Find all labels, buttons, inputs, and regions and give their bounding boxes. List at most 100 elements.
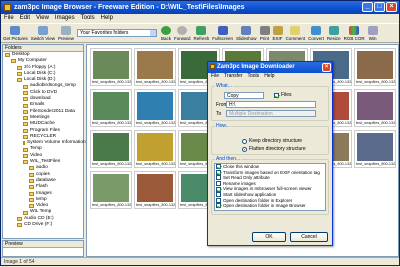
keep-structure-radio[interactable]	[242, 138, 247, 144]
printer-icon	[259, 25, 270, 35]
thumbnail-caption: test_snapfiles_800-132...	[92, 162, 132, 166]
dialog-menu-tools[interactable]: Tools	[248, 73, 260, 80]
option-checkbox[interactable]	[216, 186, 221, 192]
flatten-structure-radio[interactable]	[242, 146, 247, 152]
refresh-icon	[196, 25, 207, 35]
what-label: What...	[215, 83, 233, 89]
folder-icon	[23, 141, 25, 146]
thumbnail[interactable]: test_snapfiles_800-132...	[90, 48, 132, 86]
folder-icon	[5, 53, 10, 58]
folder-icon	[23, 122, 28, 127]
thumbnail-image	[93, 174, 129, 202]
thumbnail-caption: test_snapfiles_800-132...	[136, 80, 176, 84]
convert-button[interactable]: Convert	[308, 25, 324, 41]
forward-button[interactable]: Forward	[174, 25, 191, 41]
from-field[interactable]: H:\	[226, 101, 316, 108]
thumbnail-image	[137, 133, 173, 161]
option-checkbox[interactable]	[216, 203, 221, 209]
option-checkbox[interactable]	[216, 164, 221, 170]
folder-icon	[23, 128, 28, 133]
thumbnail[interactable]: test_snapfiles_800-132...	[354, 48, 396, 86]
thumbnail[interactable]: test_snapfiles_800-132...	[134, 130, 176, 168]
view-icon	[37, 25, 48, 35]
dialog-menu-help[interactable]: Help	[264, 73, 274, 80]
comment-button[interactable]: Comment	[286, 25, 305, 41]
folder-icon	[17, 72, 22, 77]
folder-icon	[23, 103, 28, 108]
dialog-title-bar: Zam3pc Image Downloader ×	[208, 62, 332, 73]
back-button[interactable]: Back	[160, 25, 171, 41]
toolbar: Get Pictures Switch View Preview Your Fa…	[1, 23, 399, 43]
menu-help[interactable]: Help	[101, 14, 113, 23]
thumbnail-caption: test_snapfiles_800-132...	[356, 80, 396, 84]
refresh-button[interactable]: Refresh	[194, 25, 209, 41]
thumbnail[interactable]: test_snapfiles_800-132...	[134, 89, 176, 127]
dialog-menu-file[interactable]: File	[211, 73, 219, 80]
menu-file[interactable]: File	[4, 14, 14, 23]
exif-button[interactable]: EXIF	[272, 25, 283, 41]
ok-button[interactable]: OK	[252, 232, 286, 242]
image-downloader-dialog: Zam3pc Image Downloader × File Transfer …	[207, 61, 333, 246]
option-checkbox[interactable]	[216, 197, 221, 203]
menu-view[interactable]: View	[36, 14, 49, 23]
options-list: Close this window Transform images based …	[214, 163, 326, 211]
thumbnail[interactable]: test_snapfiles_800-132...	[354, 130, 396, 168]
files-label: Files	[281, 92, 292, 98]
files-checkbox[interactable]	[274, 92, 279, 98]
what-group: What... Copy Files From H:\ To Multiple …	[211, 83, 329, 121]
rgb-cor-button[interactable]: RGB COR	[344, 25, 365, 41]
how-label: How...	[215, 123, 231, 129]
option-checkbox[interactable]	[216, 192, 221, 198]
folder-icon	[23, 135, 28, 139]
to-field[interactable]: Multiple Destination	[226, 110, 316, 117]
option-checkbox[interactable]	[216, 175, 221, 181]
thumbnail-image	[93, 92, 129, 120]
preview-icon	[60, 25, 71, 35]
folder-tree: Desktop My Computer 3½ Floppy (A:) Local Di…	[3, 52, 86, 228]
exif-icon	[272, 25, 283, 35]
close-button[interactable]: ×	[386, 2, 397, 12]
minimize-button[interactable]: _	[362, 2, 373, 12]
menu-edit[interactable]: Edit	[20, 14, 30, 23]
thumbnail[interactable]: test_snapfiles_800-132...	[90, 171, 132, 209]
option-checkbox[interactable]	[216, 181, 221, 187]
camera-icon	[10, 25, 21, 35]
thumbnail-caption: test_snapfiles_800-132...	[92, 121, 132, 125]
cancel-button[interactable]: Cancel	[290, 232, 328, 242]
preview-pane: Preview	[2, 240, 84, 257]
dialog-close-button[interactable]: ×	[322, 63, 331, 72]
resize-button[interactable]: Resize	[327, 25, 341, 41]
thumbnail[interactable]: test_snapfiles_800-132...	[90, 89, 132, 127]
favorites-dropdown[interactable]: Your Favorites folders	[76, 29, 157, 37]
folder-item[interactable]: CD Drive (F:)	[5, 222, 83, 228]
folder-icon	[29, 185, 34, 190]
maximize-button[interactable]: □	[374, 2, 385, 12]
folder-icon	[23, 210, 28, 215]
thumbnail-image	[357, 92, 393, 120]
dialog-menu-transfer[interactable]: Transfer	[224, 73, 242, 80]
slideshow-button[interactable]: Slideshow	[236, 25, 257, 41]
thumbnail[interactable]: test_snapfiles_800-132...	[134, 171, 176, 209]
menu-images[interactable]: Images	[55, 14, 75, 23]
thumbnail[interactable]: test_snapfiles_800-132...	[134, 48, 176, 86]
dialog-menu-bar: File Transfer Tools Help	[208, 73, 332, 80]
print-button[interactable]: Print	[259, 25, 270, 41]
switch-view-button[interactable]: Switch View	[31, 25, 55, 41]
fullscreen-button[interactable]: Fullscreen	[212, 25, 233, 41]
copy-select[interactable]: Copy	[224, 92, 264, 99]
thumbnail[interactable]: test_snapfiles_800-132...	[90, 130, 132, 168]
option-checkbox[interactable]	[216, 169, 221, 175]
thumbnail-caption: test_snapfiles_800-132...	[92, 80, 132, 84]
title-bar: zam3pc Image Browser - Freeware Edition …	[1, 1, 399, 14]
thumbnail[interactable]: test_snapfiles_800-132...	[354, 89, 396, 127]
dialog-app-icon	[210, 64, 215, 69]
thumbnail-caption: test_snapfiles_800-132...	[92, 203, 132, 207]
folder-icon	[29, 191, 34, 196]
win-button[interactable]: Win	[367, 25, 378, 41]
folder-pane: Folders Desktop My Computer 3½ Floppy (A:)…	[2, 44, 86, 239]
get-pictures-button[interactable]: Get Pictures	[3, 25, 28, 41]
fullscreen-icon	[217, 25, 228, 35]
menu-tools[interactable]: Tools	[81, 14, 95, 23]
preview-button[interactable]: Preview	[58, 25, 74, 41]
folder-icon	[29, 204, 34, 209]
